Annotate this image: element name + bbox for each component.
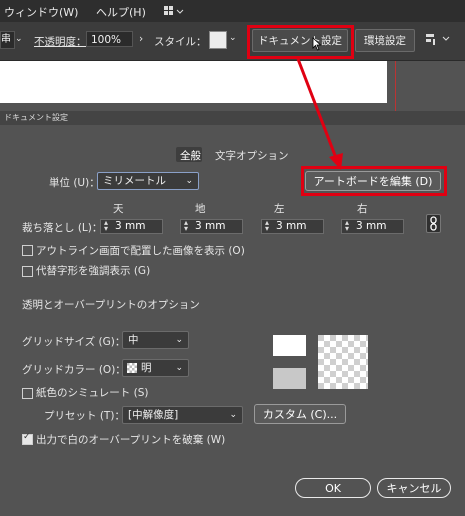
annotation-arrow-icon — [296, 58, 343, 170]
